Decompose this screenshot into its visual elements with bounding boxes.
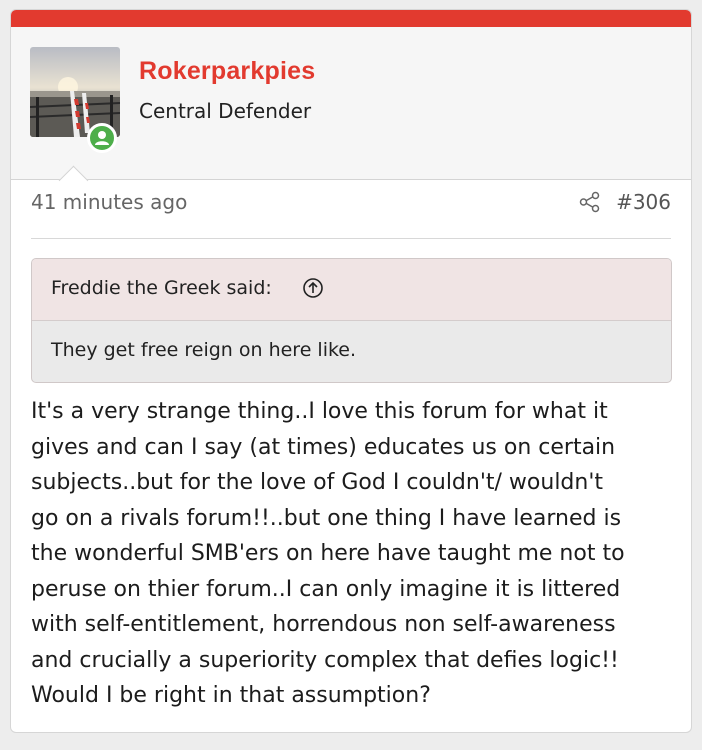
post-body-line: with self-entitlement, horrendous non se… (31, 612, 616, 637)
post-meta-row: 41 minutes ago #306 (31, 186, 671, 239)
quote-header: Freddie the Greek said: (32, 259, 671, 321)
quote-text: They get free reign on here like. (51, 339, 357, 361)
user-online-icon (87, 123, 117, 153)
post-top-accent-bar (11, 10, 691, 27)
post-body-line: subjects..but for the love of God I coul… (31, 470, 604, 495)
post-body-line: and crucially a superiority complex that… (31, 647, 619, 673)
quote-author[interactable]: Freddie the Greek said: (51, 277, 272, 299)
arrow-up-circle-icon[interactable] (302, 277, 324, 299)
post-body-line: the wonderful SMB'ers on here have taugh… (31, 541, 625, 566)
post-body-line: go on a rivals forum!!..but one thing I … (31, 505, 622, 531)
post-body-line: It's a very strange thing..I love this f… (31, 399, 608, 424)
post-number-link[interactable]: #306 (616, 190, 671, 214)
post-user-header: Rokerparkpies Central Defender (11, 27, 691, 180)
post-body-line: peruse on thier forum..I can only imagin… (31, 576, 621, 602)
post-timestamp[interactable]: 41 minutes ago (31, 190, 187, 214)
post-body: It's a very strange thing..I love this f… (31, 394, 681, 714)
post-author-username[interactable]: Rokerparkpies (139, 57, 315, 86)
forum-post: Rokerparkpies Central Defender 41 minute… (10, 9, 692, 733)
post-body-line: gives and can I say (at times) educates … (31, 434, 616, 460)
quote-block: Freddie the Greek said: They get free re… (31, 258, 672, 383)
post-body-line: Would I be right in that assumption? (31, 683, 431, 708)
share-icon[interactable] (579, 191, 601, 213)
post-author-title: Central Defender (139, 99, 312, 123)
